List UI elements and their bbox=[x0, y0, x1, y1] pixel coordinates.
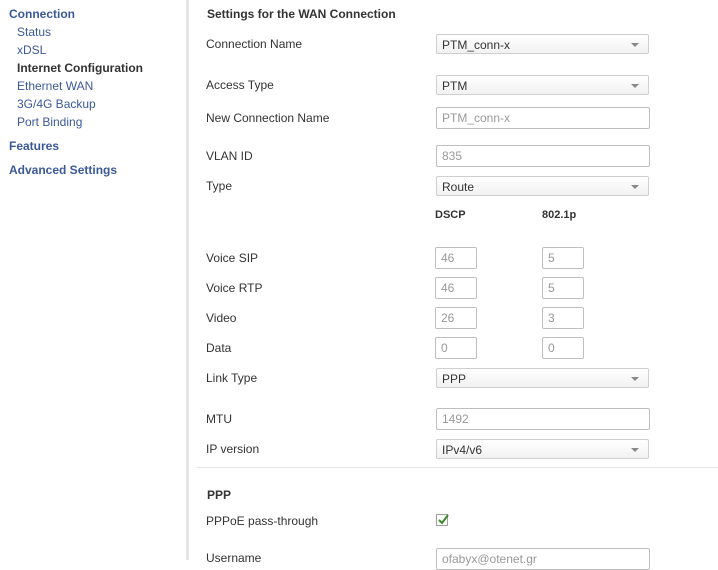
username-input[interactable]: ofabyx@otenet.gr bbox=[436, 548, 650, 570]
nav-item-internet-configuration[interactable]: Internet Configuration bbox=[17, 61, 143, 75]
voice-sip-dscp-input[interactable]: 46 bbox=[435, 247, 477, 269]
data-8021p-input[interactable]: 0 bbox=[542, 337, 584, 359]
dscp-column-header: DSCP bbox=[435, 209, 466, 221]
vlan-id-input[interactable]: 835 bbox=[436, 145, 650, 167]
nav-item-ethernet-wan[interactable]: Ethernet WAN bbox=[17, 79, 93, 93]
nav-section-advanced-settings[interactable]: Advanced Settings bbox=[9, 163, 117, 177]
nav-item-3g4g-backup[interactable]: 3G/4G Backup bbox=[17, 97, 96, 111]
link-type-label: Link Type bbox=[206, 371, 258, 385]
ip-version-value: IPv4/v6 bbox=[442, 443, 483, 457]
ip-version-select[interactable]: IPv4/v6 bbox=[436, 439, 649, 459]
mtu-label: MTU bbox=[206, 412, 232, 426]
type-label: Type bbox=[206, 179, 233, 193]
qos-row-label: Data bbox=[206, 341, 232, 355]
new-connection-name-label: New Connection Name bbox=[206, 111, 330, 125]
nav-item-port-binding[interactable]: Port Binding bbox=[17, 115, 82, 129]
sidebar: Connection Status xDSL Internet Configur… bbox=[0, 0, 188, 560]
access-type-value: PTM bbox=[442, 79, 468, 93]
chevron-down-icon bbox=[631, 43, 639, 47]
chevron-down-icon bbox=[631, 84, 639, 88]
video-dscp-input[interactable]: 26 bbox=[435, 307, 477, 329]
type-select[interactable]: Route bbox=[436, 176, 649, 196]
video-8021p-input[interactable]: 3 bbox=[542, 307, 584, 329]
section-title-ppp: PPP bbox=[207, 488, 232, 502]
qos-row-label: Voice SIP bbox=[206, 251, 259, 265]
voice-rtp-dscp-input[interactable]: 46 bbox=[435, 277, 477, 299]
connection-name-value: PTM_conn-x bbox=[442, 38, 511, 52]
nav-item-status[interactable]: Status bbox=[17, 25, 51, 39]
mtu-input[interactable]: 1492 bbox=[436, 408, 650, 430]
section-title-wan: Settings for the WAN Connection bbox=[207, 7, 396, 21]
checkmark-icon bbox=[438, 514, 449, 525]
access-type-select[interactable]: PTM bbox=[436, 75, 649, 95]
nav-section-connection[interactable]: Connection bbox=[9, 7, 75, 21]
connection-name-select[interactable]: PTM_conn-x bbox=[436, 34, 649, 54]
link-type-select[interactable]: PPP bbox=[436, 368, 649, 388]
nav-item-xdsl[interactable]: xDSL bbox=[17, 43, 46, 57]
chevron-down-icon bbox=[631, 448, 639, 452]
data-dscp-input[interactable]: 0 bbox=[435, 337, 477, 359]
nav-section-features[interactable]: Features bbox=[9, 139, 59, 153]
qos-row-label: Voice RTP bbox=[206, 281, 263, 295]
pppoe-passthrough-label: PPPoE pass-through bbox=[206, 514, 319, 528]
link-type-value: PPP bbox=[442, 372, 467, 386]
voice-sip-8021p-input[interactable]: 5 bbox=[542, 247, 584, 269]
voice-rtp-8021p-input[interactable]: 5 bbox=[542, 277, 584, 299]
type-value: Route bbox=[442, 180, 475, 194]
wan-settings-panel: Settings for the WAN Connection Connecti… bbox=[189, 0, 718, 570]
username-label: Username bbox=[206, 551, 262, 565]
chevron-down-icon bbox=[631, 377, 639, 381]
access-type-label: Access Type bbox=[206, 78, 274, 92]
ip-version-label: IP version bbox=[206, 442, 260, 456]
connection-name-label: Connection Name bbox=[206, 37, 303, 51]
vlan-id-label: VLAN ID bbox=[206, 149, 253, 163]
p8021-column-header: 802.1p bbox=[542, 209, 577, 221]
section-divider bbox=[197, 467, 718, 468]
qos-row-label: Video bbox=[206, 311, 237, 325]
pppoe-passthrough-checkbox[interactable] bbox=[436, 514, 449, 526]
chevron-down-icon bbox=[631, 185, 639, 189]
new-connection-name-input[interactable]: PTM_conn-x bbox=[436, 107, 650, 129]
